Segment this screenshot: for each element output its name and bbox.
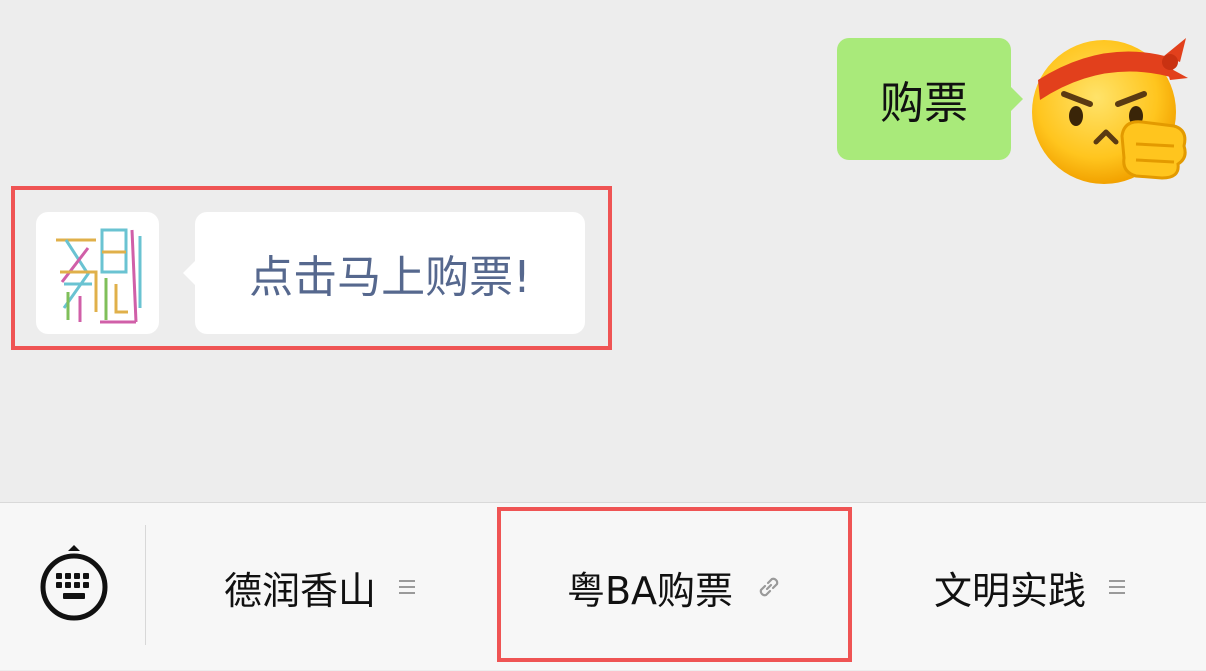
menu-divider [145,525,146,645]
keyboard-toggle-button[interactable] [36,543,112,621]
keyboard-icon [40,545,108,621]
emoji-fist-headband-icon [1032,38,1188,184]
wenming-logo-icon [56,228,142,324]
menu-item-3-label: 文明实践 [933,568,1086,613]
outgoing-message-bubble[interactable]: 购票 [837,38,1023,160]
official-account-avatar[interactable] [36,212,159,334]
user-avatar[interactable] [1024,18,1188,184]
incoming-message-text: 点击马上购票! [249,252,531,303]
incoming-message-bubble[interactable]: 点击马上购票! [183,212,585,334]
menu-item-3[interactable]: 文明实践 [860,503,1200,671]
list-icon [398,577,416,597]
chat-area: 购票 点击马上购票! [0,0,1206,502]
menu-item-1[interactable]: 德润香山 [150,503,490,671]
menu-item-1-label: 德润香山 [223,568,376,613]
highlight-menu-item [497,507,852,662]
outgoing-message-text: 购票 [880,78,968,129]
list-icon [1108,577,1126,597]
